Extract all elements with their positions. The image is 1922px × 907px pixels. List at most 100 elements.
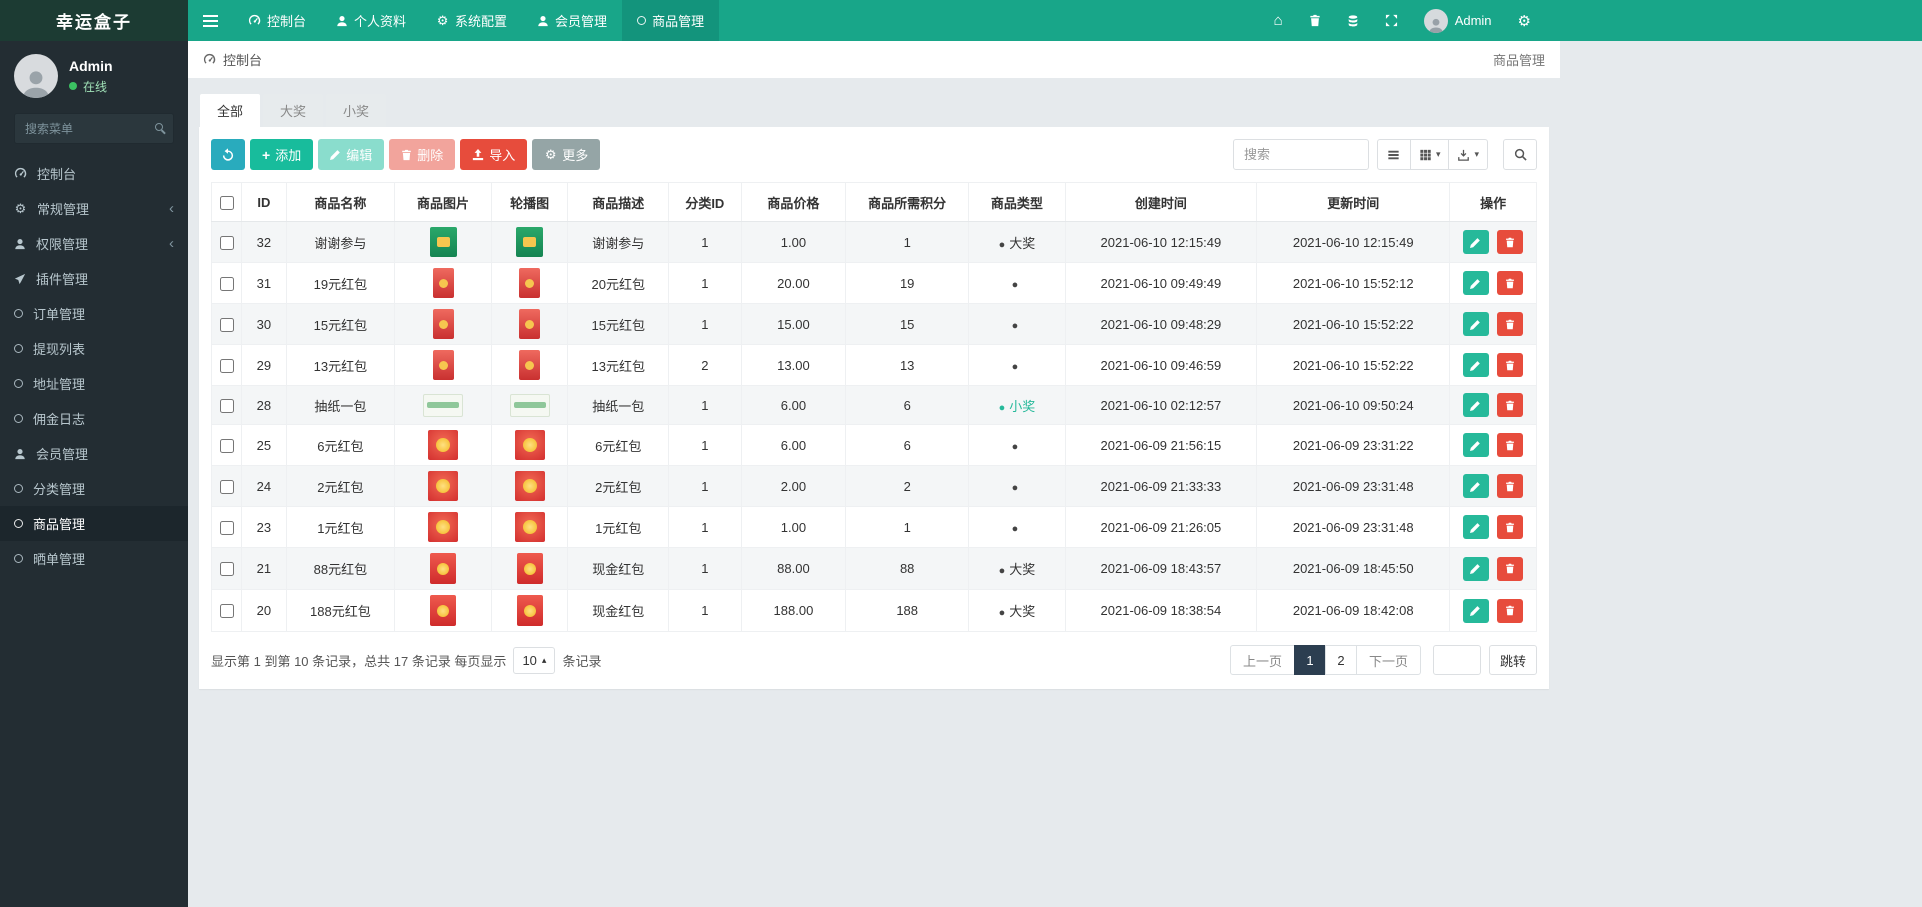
- sidebar-item-general[interactable]: ⚙ 常规管理 ‹: [0, 191, 188, 226]
- user-menu[interactable]: Admin: [1411, 0, 1505, 41]
- row-edit-button[interactable]: [1462, 393, 1489, 417]
- table-row[interactable]: 32 谢谢参与 谢谢参与 1 1.00 1 大奖 2021-06-10 12:1…: [210, 221, 1537, 263]
- topnav-item-members[interactable]: 会员管理: [522, 0, 622, 41]
- table-row[interactable]: 24 2元红包 2元红包 1 2.00 2 2021-06-09 21:33:3…: [210, 465, 1537, 507]
- cell-created: 2021-06-09 21:33:33: [1064, 465, 1258, 507]
- row-checkbox[interactable]: [219, 520, 234, 535]
- sidebar-item-members[interactable]: 会员管理: [0, 436, 188, 471]
- cache-database-button[interactable]: [1334, 0, 1372, 41]
- sidebar-item-orders[interactable]: 订单管理: [0, 296, 188, 331]
- row-delete-button[interactable]: [1497, 556, 1524, 581]
- clear-cache-button[interactable]: [1296, 0, 1334, 41]
- sidebar-item-plugins[interactable]: 插件管理: [0, 261, 188, 296]
- table-row[interactable]: 20 188元红包 现金红包 1 188.00 188 大奖 2021-06-0…: [210, 589, 1537, 632]
- row-checkbox[interactable]: [219, 398, 234, 413]
- sidebar-item-show-orders[interactable]: 晒单管理: [0, 541, 188, 576]
- row-delete-button[interactable]: [1497, 271, 1524, 295]
- topnav-item-system-config[interactable]: ⚙ 系统配置: [421, 0, 522, 41]
- sidebar-item-console[interactable]: 控制台: [0, 156, 188, 191]
- row-edit-button[interactable]: [1462, 433, 1489, 457]
- cell-updated: 2021-06-10 15:52:22: [1256, 344, 1451, 386]
- row-checkbox[interactable]: [219, 235, 234, 250]
- database-icon: [1348, 15, 1357, 27]
- home-button[interactable]: ⌂: [1261, 0, 1296, 41]
- sidebar-item-commission-log[interactable]: 佣金日志: [0, 401, 188, 436]
- sidebar-item-products[interactable]: 商品管理: [0, 506, 188, 541]
- topnav-item-profile[interactable]: 个人资料: [321, 0, 421, 41]
- avatar[interactable]: [14, 54, 58, 98]
- row-edit-button[interactable]: [1462, 556, 1489, 581]
- sidebar-item-addresses[interactable]: 地址管理: [0, 366, 188, 401]
- table-row[interactable]: 31 19元红包 20元红包 1 20.00 19 2021-06-10 09:…: [210, 262, 1537, 304]
- row-delete-button[interactable]: [1497, 433, 1524, 457]
- add-button[interactable]: + 添加: [250, 139, 314, 170]
- row-checkbox[interactable]: [219, 604, 234, 619]
- row-edit-button[interactable]: [1462, 230, 1489, 254]
- row-delete-button[interactable]: [1497, 312, 1524, 336]
- sidebar-search-input[interactable]: [14, 113, 174, 144]
- settings-button[interactable]: ⚙: [1505, 0, 1544, 41]
- export-button[interactable]: ▾: [1448, 139, 1488, 170]
- jump-button[interactable]: 跳转: [1488, 645, 1537, 675]
- page-2-button[interactable]: 2: [1324, 645, 1357, 675]
- row-checkbox[interactable]: [219, 479, 234, 494]
- row-delete-button[interactable]: [1497, 353, 1524, 377]
- topnav-item-products[interactable]: 商品管理: [622, 0, 720, 41]
- table-row[interactable]: 29 13元红包 13元红包 2 13.00 13 2021-06-10 09:…: [210, 344, 1537, 386]
- row-delete-button[interactable]: [1497, 230, 1524, 254]
- more-button[interactable]: ⚙ 更多: [532, 139, 601, 170]
- row-edit-button[interactable]: [1462, 598, 1489, 623]
- trash-icon: [1506, 481, 1515, 491]
- prev-page-button[interactable]: 上一页: [1229, 645, 1295, 675]
- table-row[interactable]: 28 抽纸一包 抽纸一包 1 6.00 6 小奖 2021-06-10 02:1…: [210, 385, 1537, 425]
- next-page-button[interactable]: 下一页: [1355, 645, 1421, 675]
- cell-points: 6: [845, 424, 970, 466]
- fullscreen-button[interactable]: [1372, 0, 1411, 41]
- import-button[interactable]: 导入: [460, 139, 528, 170]
- cell-created: 2021-06-09 21:26:05: [1064, 506, 1258, 548]
- breadcrumb-home[interactable]: 控制台: [203, 50, 262, 69]
- edit-button[interactable]: 编辑: [318, 139, 385, 170]
- table-row[interactable]: 23 1元红包 1元红包 1 1.00 1 2021-06-09 21:26:0…: [210, 506, 1537, 548]
- cell-desc: 15元红包: [567, 303, 670, 345]
- jump-page-input[interactable]: [1432, 645, 1481, 675]
- table-search-input[interactable]: [1232, 139, 1369, 170]
- table-row[interactable]: 30 15元红包 15元红包 1 15.00 15 2021-06-10 09:…: [210, 303, 1537, 345]
- row-delete-button[interactable]: [1497, 598, 1524, 623]
- tab-small-prize[interactable]: 小奖: [326, 94, 387, 127]
- sidebar-item-permissions[interactable]: 权限管理 ‹: [0, 226, 188, 261]
- tab-big-prize[interactable]: 大奖: [263, 94, 324, 127]
- select-all-checkbox[interactable]: [219, 195, 234, 210]
- row-edit-button[interactable]: [1462, 474, 1489, 498]
- row-edit-button[interactable]: [1462, 353, 1489, 377]
- row-delete-button[interactable]: [1497, 515, 1524, 539]
- sidebar-item-withdrawals[interactable]: 提现列表: [0, 331, 188, 366]
- table-row[interactable]: 25 6元红包 6元红包 1 6.00 6 2021-06-09 21:56:1…: [210, 424, 1537, 466]
- cell-points: 1: [845, 221, 970, 263]
- delete-button[interactable]: 删除: [389, 139, 456, 170]
- sidebar-toggle-button[interactable]: [188, 0, 233, 41]
- table-panel: + 添加 编辑 删除 导入 ⚙ 更多 搜索 ▾ ▾ ID 商品名称 商品图片 轮…: [199, 127, 1549, 689]
- advanced-search-button[interactable]: [1503, 139, 1537, 170]
- row-edit-button[interactable]: [1462, 312, 1489, 336]
- page-size-select[interactable]: 10 ▴: [513, 646, 556, 674]
- table-row[interactable]: 21 88元红包 现金红包 1 88.00 88 大奖 2021-06-09 1…: [210, 547, 1537, 590]
- tab-all[interactable]: 全部: [200, 94, 261, 127]
- row-checkbox[interactable]: [219, 438, 234, 453]
- columns-button[interactable]: ▾: [1409, 139, 1450, 170]
- cell-category: 1: [668, 221, 742, 263]
- brand-logo[interactable]: 幸运盒子: [0, 0, 188, 41]
- row-checkbox[interactable]: [219, 358, 234, 373]
- detail-view-button[interactable]: [1376, 139, 1411, 170]
- row-edit-button[interactable]: [1462, 515, 1489, 539]
- row-delete-button[interactable]: [1497, 474, 1524, 498]
- row-checkbox[interactable]: [219, 276, 234, 291]
- topnav-item-console[interactable]: 控制台: [233, 0, 321, 41]
- sidebar-item-categories[interactable]: 分类管理: [0, 471, 188, 506]
- refresh-button[interactable]: [211, 139, 245, 170]
- row-edit-button[interactable]: [1462, 271, 1489, 295]
- page-1-button[interactable]: 1: [1293, 645, 1326, 675]
- row-checkbox[interactable]: [219, 562, 234, 577]
- row-delete-button[interactable]: [1497, 393, 1524, 417]
- row-checkbox[interactable]: [219, 317, 234, 332]
